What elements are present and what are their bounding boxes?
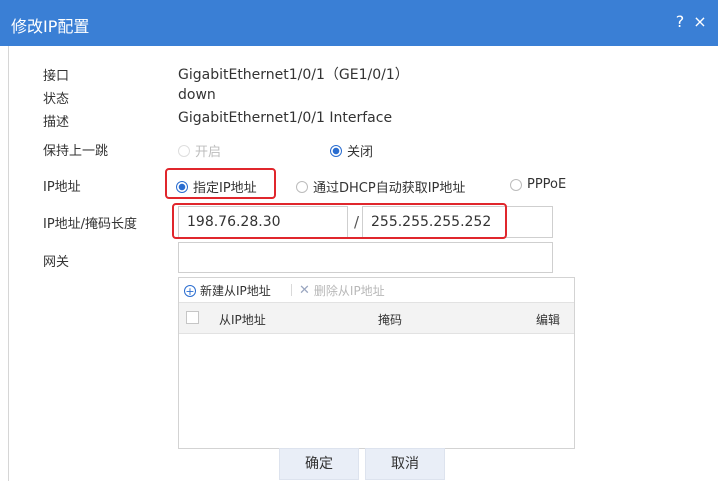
secondary-ip-panel: + 新建从IP地址 ✕ 删除从IP地址 从IP地址 掩码 编辑: [178, 277, 575, 449]
description-label: 描述: [43, 115, 70, 130]
description-value: GigabitEthernet1/0/1 Interface: [178, 110, 393, 126]
delete-secondary-ip-button[interactable]: ✕ 删除从IP地址: [299, 282, 385, 299]
radio-unchecked-icon: [296, 180, 308, 193]
ok-button[interactable]: 确定: [279, 448, 359, 480]
select-all-checkbox[interactable]: [186, 311, 199, 324]
ip-pppoe-radio[interactable]: PPPoE: [510, 177, 566, 192]
close-icon[interactable]: ×: [691, 12, 709, 31]
dialog-title: 修改IP配置: [11, 17, 90, 36]
status-value: down: [178, 87, 216, 103]
keep-hop-on-radio[interactable]: 开启: [178, 141, 221, 160]
column-header-edit: 编辑: [535, 313, 560, 327]
status-label: 状态: [43, 92, 70, 107]
ip-mask-label: IP地址/掩码长度: [43, 217, 138, 232]
dialog-titlebar: 修改IP配置 ? ×: [0, 0, 718, 46]
interface-label: 接口: [43, 69, 70, 84]
ip-static-radio[interactable]: 指定IP地址: [176, 177, 257, 196]
ip-dhcp-label: 通过DHCP自动获取IP地址: [313, 181, 466, 196]
radio-unchecked-icon: [178, 144, 190, 157]
column-header-secondary-ip: 从IP地址: [219, 313, 266, 327]
help-icon[interactable]: ?: [671, 12, 689, 31]
secondary-ip-table-header: 从IP地址 掩码 编辑: [179, 303, 574, 334]
dialog-left-border: [8, 46, 9, 481]
secondary-ip-toolbar: + 新建从IP地址 ✕ 删除从IP地址: [179, 278, 574, 303]
column-header-mask: 掩码: [378, 313, 403, 327]
gateway-input[interactable]: [178, 242, 553, 273]
ip-pppoe-label: PPPoE: [527, 177, 567, 192]
keep-hop-on-label: 开启: [195, 145, 222, 160]
delete-x-icon: ✕: [299, 283, 310, 298]
delete-secondary-ip-label: 删除从IP地址: [313, 284, 385, 298]
add-secondary-ip-button[interactable]: + 新建从IP地址: [184, 282, 271, 299]
interface-value: GigabitEthernet1/0/1（GE1/0/1）: [178, 67, 409, 83]
plus-circle-icon: +: [184, 284, 196, 298]
radio-unchecked-icon: [510, 178, 522, 191]
ip-dhcp-radio[interactable]: 通过DHCP自动获取IP地址: [296, 177, 465, 196]
cancel-button[interactable]: 取消: [365, 448, 445, 480]
toolbar-divider: [291, 284, 292, 296]
title-icons: ? ×: [671, 12, 709, 31]
radio-checked-icon: [176, 180, 188, 193]
add-secondary-ip-label: 新建从IP地址: [200, 284, 271, 298]
radio-checked-icon: [330, 144, 342, 157]
ip-mode-label: IP地址: [43, 180, 81, 195]
ip-static-label: 指定IP地址: [193, 181, 257, 196]
gateway-label: 网关: [43, 255, 70, 270]
keep-hop-off-label: 关闭: [347, 145, 374, 160]
ip-mask-highlight: [172, 203, 507, 239]
keep-hop-off-radio[interactable]: 关闭: [330, 141, 373, 160]
keep-hop-label: 保持上一跳: [43, 144, 109, 159]
